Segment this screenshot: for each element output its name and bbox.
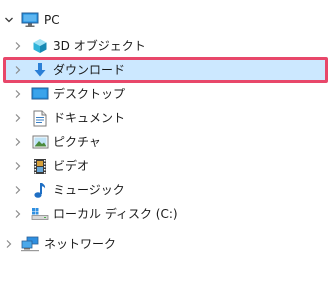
tree-item-3d-objects[interactable]: 3D オブジェクト (0, 34, 334, 58)
chevron-right-icon[interactable] (12, 136, 24, 148)
tree-item-videos[interactable]: ビデオ (0, 154, 334, 178)
chevron-right-icon[interactable] (3, 238, 15, 250)
chevron-right-icon[interactable] (12, 64, 24, 76)
tree-item-local-disk[interactable]: ローカル ディスク (C:) (0, 202, 334, 226)
chevron-right-icon[interactable] (12, 184, 24, 196)
tree-item-label: ピクチャ (53, 135, 101, 149)
tree-item-label: ドキュメント (53, 111, 126, 125)
tree-item-pc[interactable]: PC (0, 8, 334, 32)
network-icon (21, 235, 39, 253)
pc-monitor-icon (21, 11, 39, 29)
tree-item-documents[interactable]: ドキュメント (0, 106, 334, 130)
3d-objects-icon (31, 37, 49, 55)
tree-item-desktop[interactable]: デスクトップ (0, 82, 334, 106)
chevron-right-icon[interactable] (12, 160, 24, 172)
chevron-down-icon[interactable] (3, 14, 15, 26)
pictures-icon (31, 133, 49, 151)
chevron-right-icon[interactable] (12, 112, 24, 124)
tree-item-downloads[interactable]: ダウンロード (0, 58, 334, 82)
download-arrow-icon (31, 61, 49, 79)
tree-item-music[interactable]: ミュージック (0, 178, 334, 202)
documents-icon (31, 109, 49, 127)
music-note-icon (31, 181, 49, 199)
tree-item-label: 3D オブジェクト (53, 39, 146, 53)
tree-item-pictures[interactable]: ピクチャ (0, 130, 334, 154)
tree-item-label: PC (44, 13, 60, 27)
video-icon (31, 157, 49, 175)
tree-item-label: ローカル ディスク (C:) (53, 207, 178, 221)
tree-item-label: ミュージック (53, 183, 125, 197)
desktop-icon (31, 85, 49, 103)
tree-item-network[interactable]: ネットワーク (0, 232, 334, 256)
local-disk-icon (31, 205, 49, 223)
chevron-right-icon[interactable] (12, 208, 24, 220)
tree-item-label: ネットワーク (44, 237, 117, 251)
chevron-right-icon[interactable] (12, 88, 24, 100)
tree-item-label: ビデオ (53, 159, 90, 173)
tree-item-label: ダウンロード (53, 63, 126, 77)
chevron-right-icon[interactable] (12, 40, 24, 52)
tree-item-label: デスクトップ (53, 87, 126, 101)
